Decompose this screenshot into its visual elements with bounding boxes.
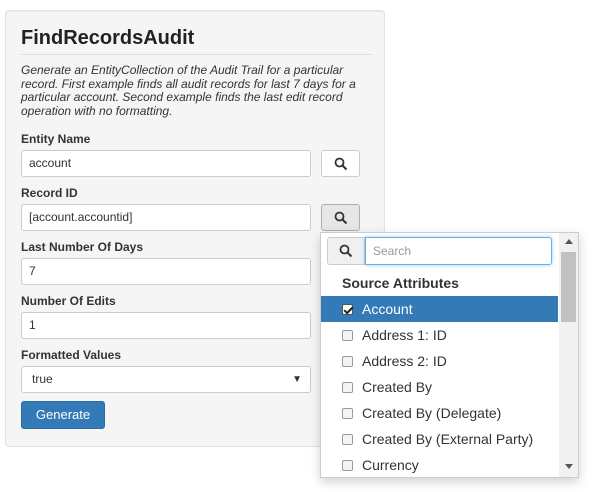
entity-name-label: Entity Name — [21, 132, 91, 146]
attribute-label: Account — [362, 301, 413, 317]
description: Generate an EntityCollection of the Audi… — [21, 63, 356, 118]
entity-name-lookup-button[interactable] — [321, 150, 360, 177]
dropdown-heading: Source Attributes — [342, 275, 459, 291]
generate-button[interactable]: Generate — [21, 401, 105, 429]
attribute-dropdown: Source Attributes Account Address 1: ID Ad… — [320, 232, 579, 478]
num-edits-input[interactable]: 1 — [21, 312, 311, 339]
attribute-label: Created By (Delegate) — [362, 405, 502, 421]
formatted-values-value: true — [32, 372, 53, 386]
checkbox-icon[interactable] — [342, 459, 353, 471]
attribute-list-item[interactable]: Created By (Delegate) — [321, 400, 558, 426]
attribute-list-item[interactable]: Address 1: ID — [321, 322, 558, 348]
attribute-label: Created By — [362, 379, 433, 395]
checkbox-icon[interactable] — [342, 433, 353, 445]
checkbox-icon[interactable] — [342, 381, 353, 393]
attribute-label: Address 2: ID — [362, 353, 447, 369]
dropdown-search-input[interactable] — [365, 237, 552, 265]
dropdown-scrollbar[interactable] — [559, 233, 578, 477]
attribute-label: Currency — [362, 457, 419, 473]
record-id-label: Record ID — [21, 186, 78, 200]
dropdown-search — [327, 237, 552, 265]
formatted-values-select[interactable]: true ▼ — [21, 366, 311, 393]
page-title: FindRecordsAudit — [21, 27, 195, 49]
record-id-input[interactable]: [account.accountid] — [21, 204, 311, 231]
checkbox-icon[interactable] — [342, 407, 353, 419]
attribute-list-item[interactable]: Account — [321, 296, 558, 322]
dropdown-search-button[interactable] — [327, 237, 365, 265]
attribute-list: Account Address 1: ID Address 2: ID Created… — [321, 296, 558, 477]
scroll-up-icon[interactable] — [565, 239, 573, 244]
attribute-label: Created By (External Party) — [362, 431, 534, 447]
scrollbar-thumb[interactable] — [561, 252, 576, 322]
checkbox-icon[interactable] — [342, 329, 353, 341]
page: FindRecordsAudit Generate an EntityColle… — [0, 0, 592, 492]
record-id-lookup-button[interactable] — [321, 204, 360, 231]
scroll-down-icon[interactable] — [565, 464, 573, 469]
checkbox-icon[interactable] — [342, 355, 353, 367]
checkbox-checked-icon[interactable] — [342, 303, 353, 315]
entity-name-input[interactable]: account — [21, 150, 311, 177]
search-icon — [334, 211, 347, 224]
attribute-list-item[interactable]: Created By — [321, 374, 558, 400]
last-days-label: Last Number Of Days — [21, 240, 144, 254]
attribute-list-item[interactable]: Currency — [321, 452, 558, 477]
title-divider — [21, 54, 372, 55]
search-icon — [339, 244, 353, 258]
attribute-list-item[interactable]: Address 2: ID — [321, 348, 558, 374]
attribute-label: Address 1: ID — [362, 327, 447, 343]
last-days-input[interactable]: 7 — [21, 258, 311, 285]
caret-down-icon: ▼ — [292, 374, 302, 385]
num-edits-label: Number Of Edits — [21, 294, 116, 308]
formatted-values-label: Formatted Values — [21, 348, 122, 362]
attribute-list-item[interactable]: Created By (External Party) — [321, 426, 558, 452]
search-icon — [334, 157, 347, 170]
